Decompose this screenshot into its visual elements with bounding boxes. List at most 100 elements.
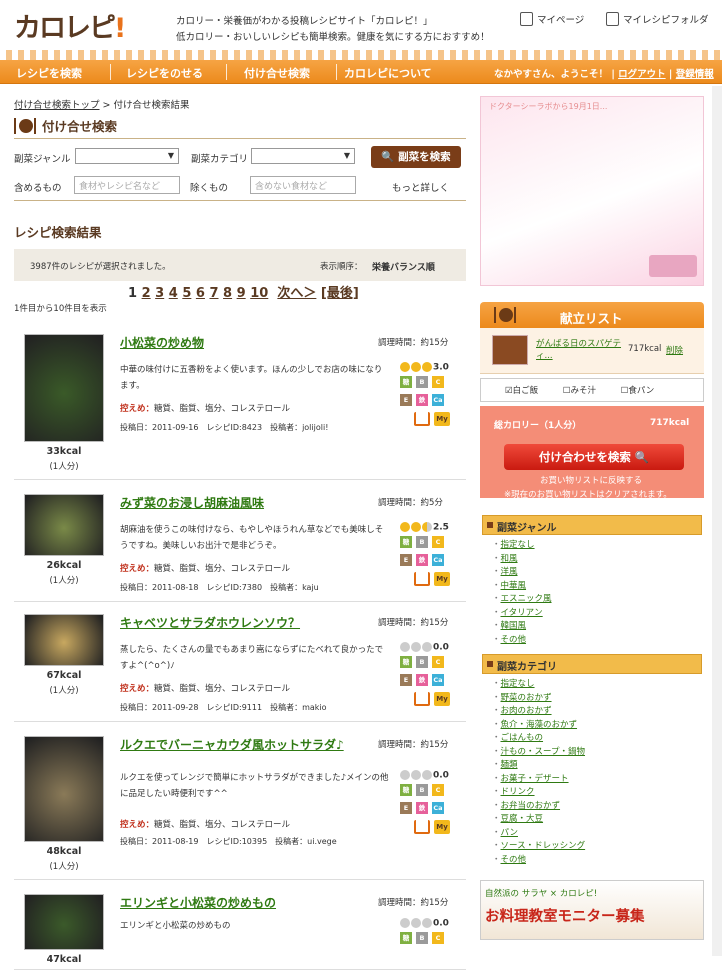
my-folder-add-icon[interactable]: My	[434, 412, 450, 426]
logout-link[interactable]: ログアウト	[618, 69, 666, 80]
breadcrumb-top-link[interactable]: 付け合せ検索トップ	[14, 100, 100, 111]
nutrient-badge-b1: 糖	[400, 536, 412, 548]
page-link[interactable]: 8	[223, 286, 232, 301]
include-input[interactable]: 食材やレシピ名など	[74, 176, 180, 194]
page-link[interactable]: 6	[196, 286, 205, 301]
search-side-dish-button[interactable]: 🔍 副菜を検索	[371, 146, 461, 168]
genre-link[interactable]: 和風	[501, 554, 518, 564]
category-item: 指定なし	[492, 678, 702, 692]
total-calorie-value: 717kcal	[650, 418, 690, 428]
nav-recipe-post[interactable]: レシピをのせる	[126, 65, 203, 81]
recipe-thumbnail[interactable]	[24, 494, 104, 556]
menu-item-link[interactable]: がんばる日のスパゲティ...	[536, 338, 626, 362]
last-page-link[interactable]: [最後]	[321, 286, 359, 301]
search-side-dish-by-menu-button[interactable]: 付け合わせを検索 🔍	[504, 444, 684, 470]
nav-side-dish-search[interactable]: 付け合せ検索	[244, 65, 310, 81]
result-count: 3987件のレシピが選択されました。	[30, 262, 171, 272]
page-link[interactable]: 7	[209, 286, 218, 301]
category-link[interactable]: その他	[501, 855, 527, 865]
more-options-link[interactable]: もっと詳しく	[392, 180, 449, 194]
recipe-thumbnail[interactable]	[24, 736, 104, 842]
category-link[interactable]: パン	[501, 828, 518, 838]
scrollbar[interactable]	[712, 86, 722, 956]
shopping-list-link[interactable]: お買い物リストに反映する	[540, 474, 642, 486]
site-logo[interactable]: カロレピ!	[14, 6, 126, 45]
register-info-link[interactable]: 登録情報	[676, 69, 714, 80]
menu-item-delete[interactable]: 削除	[666, 344, 683, 356]
category-item: 野菜のおかず	[492, 692, 702, 706]
category-link[interactable]: 野菜のおかず	[501, 693, 552, 703]
my-folder-add-icon[interactable]: My	[434, 820, 450, 834]
shopping-basket-icon[interactable]	[414, 412, 430, 426]
shopping-basket-icon[interactable]	[414, 692, 430, 706]
results-title: レシピ検索結果	[14, 225, 102, 240]
order-value[interactable]: 栄養バランス順	[372, 260, 435, 273]
shopping-basket-icon[interactable]	[414, 820, 430, 834]
my-recipe-folder-link[interactable]: マイレシピフォルダ	[606, 12, 709, 26]
nutrition-label: 控えめ：	[120, 820, 155, 830]
recipe-title-link[interactable]: みず菜のお浸し胡麻油風味	[120, 494, 360, 512]
recipe-title-link[interactable]: ルクエでバーニャカウダ風ホットサラダ♪	[120, 736, 360, 754]
genre-link[interactable]: 韓国風	[501, 621, 527, 631]
genre-link[interactable]: 中華風	[501, 581, 527, 591]
recipe-meta: 投稿日：2011-09-28 レシピID:9111 投稿者：makio	[120, 703, 327, 712]
recipe-title-link[interactable]: エリンギと小松菜の炒めもの	[120, 894, 360, 912]
star-icon	[411, 918, 421, 928]
recipe-thumbnail[interactable]	[24, 894, 104, 950]
nav-about[interactable]: カロレピについて	[344, 65, 432, 81]
page-link[interactable]: 3	[155, 286, 164, 301]
category-link[interactable]: 豆腐・大豆	[501, 814, 544, 824]
recipe-title-link[interactable]: キャベツとサラダホウレンソウ？	[120, 614, 360, 632]
genre-link[interactable]: イタリアン	[501, 608, 543, 618]
category-link[interactable]: 麺類	[501, 760, 518, 770]
recipe-thumbnail[interactable]	[24, 614, 104, 666]
genre-select[interactable]: ▼	[75, 148, 179, 164]
nutrient-badge-b3: C	[432, 932, 444, 944]
category-link[interactable]: 魚介・海藻のおかず	[501, 720, 578, 730]
breadcrumb: 付け合せ検索トップ > 付け合せ検索結果	[14, 97, 190, 111]
recipe-nutrition-note: 控えめ：糖質、脂質、塩分、コレステロール	[120, 402, 290, 414]
nutrition-label: 控えめ：	[120, 404, 155, 414]
genre-link[interactable]: 指定なし	[501, 540, 535, 550]
category-link[interactable]: ごはんもの	[501, 733, 544, 743]
nav-recipe-search[interactable]: レシピを検索	[16, 65, 82, 81]
category-link[interactable]: お弁当のおかず	[501, 801, 561, 811]
calorie-panel: 総カロリー（1人分） 717kcal 付け合わせを検索 🔍 お買い物リストに反映…	[480, 406, 704, 500]
category-link[interactable]: お肉のおかず	[501, 706, 552, 716]
page-link[interactable]: 2	[142, 286, 151, 301]
category-item: ごはんもの	[492, 732, 702, 746]
shopping-basket-icon[interactable]	[414, 572, 430, 586]
star-icon	[422, 642, 432, 652]
category-link[interactable]: ドリンク	[501, 787, 535, 797]
category-link[interactable]: 指定なし	[501, 679, 535, 689]
category-link[interactable]: ソース・ドレッシング	[501, 841, 586, 851]
star-icon	[400, 918, 410, 928]
cooking-class-ad[interactable]: 自然派の サラヤ × カロレピ! お料理教室モニター募集	[480, 880, 704, 940]
user-greeting: なかやすさん、ようこそ！ | ログアウト | 登録情報	[494, 69, 714, 80]
results-summary: 3987件のレシピが選択されました。 表示順序： 栄養バランス順	[14, 249, 466, 281]
menu-list-header: 献立リスト	[480, 302, 704, 328]
recipe-thumbnail[interactable]	[24, 334, 104, 442]
exclude-input[interactable]: 含めない食材など	[250, 176, 356, 194]
ad-button[interactable]	[649, 255, 697, 277]
next-page-link[interactable]: 次へ＞	[277, 286, 316, 301]
my-folder-add-icon[interactable]: My	[434, 572, 450, 586]
category-select[interactable]: ▼	[251, 148, 355, 164]
page-link[interactable]: 4	[169, 286, 178, 301]
category-item: ソース・ドレッシング	[492, 840, 702, 854]
page-link[interactable]: 9	[237, 286, 246, 301]
checkbox-rice[interactable]: ☑	[505, 386, 513, 396]
genre-link[interactable]: その他	[501, 635, 527, 645]
my-folder-add-icon[interactable]: My	[434, 692, 450, 706]
page-link[interactable]: 5	[182, 286, 191, 301]
nutrient-badge-b4: E	[400, 554, 412, 566]
category-link[interactable]: お菓子・デザート	[501, 774, 569, 784]
genre-link[interactable]: 洋風	[501, 567, 518, 577]
category-link[interactable]: 汁もの・スープ・鍋物	[501, 747, 586, 757]
order-label: 表示順序：	[320, 262, 363, 272]
genre-link[interactable]: エスニック風	[501, 594, 552, 604]
mypage-link[interactable]: マイページ	[520, 12, 584, 26]
advertisement-banner[interactable]: ドクターシーラボから19月1日...	[480, 96, 704, 286]
recipe-title-link[interactable]: 小松菜の炒め物	[120, 334, 360, 352]
page-link[interactable]: 10	[250, 286, 268, 301]
